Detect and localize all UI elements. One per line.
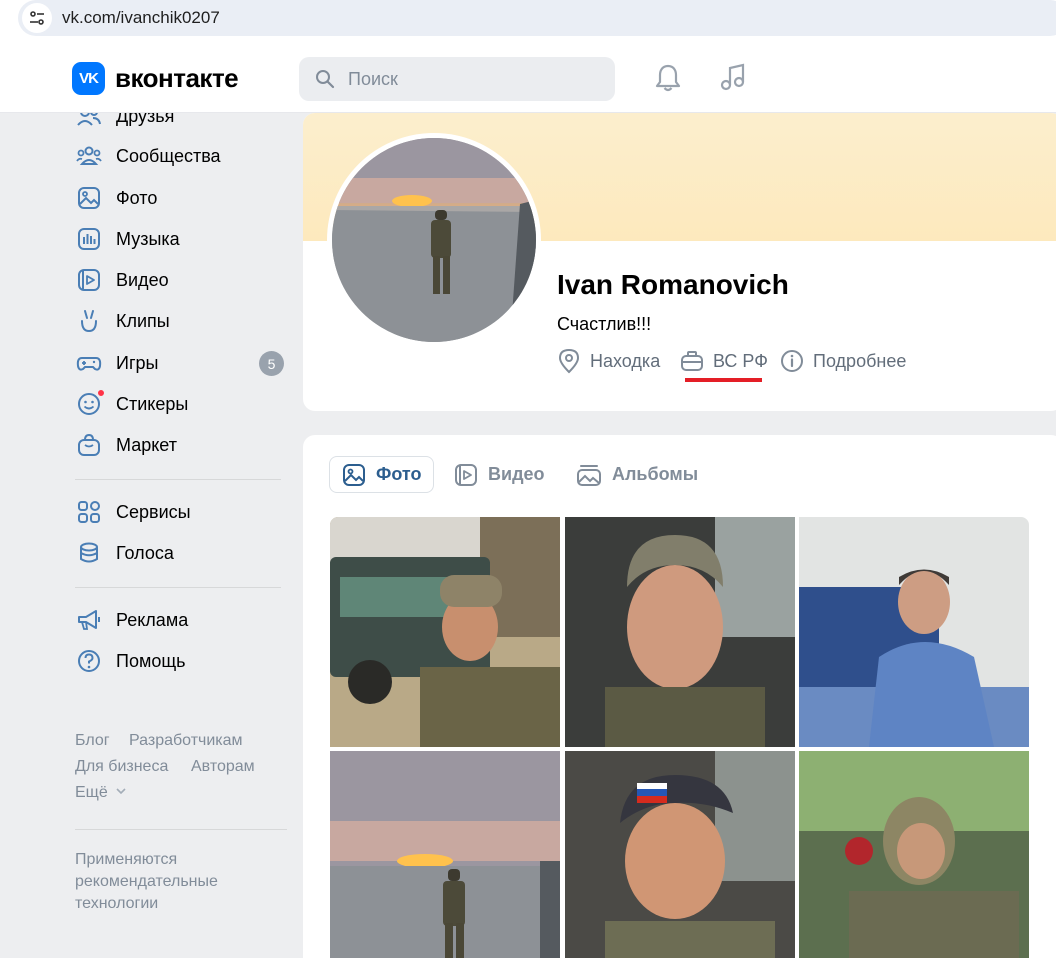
avatar[interactable] [327, 133, 541, 347]
photo-icon [342, 463, 366, 487]
shopping-bag-icon [75, 431, 103, 459]
media-card: Фото Видео Альбомы [303, 435, 1056, 958]
details-link[interactable]: Подробнее [780, 348, 906, 374]
sidebar-item-label: Клипы [116, 310, 170, 331]
profile-status: Счастлив!!! [557, 314, 652, 334]
sidebar-item-market[interactable]: Маркет [75, 429, 290, 461]
details-text: Подробнее [813, 350, 907, 371]
location-info[interactable]: Находка [557, 348, 660, 374]
search-icon [316, 70, 335, 89]
sidebar-item-photo[interactable]: Фото [75, 182, 290, 214]
location-text: Находка [590, 350, 661, 371]
bell-icon[interactable] [654, 63, 682, 93]
photo-thumbnail[interactable] [799, 751, 1029, 958]
sidebar-item-label: Фото [116, 187, 158, 208]
photo-thumbnail[interactable] [565, 751, 795, 958]
megaphone-icon [75, 606, 103, 634]
sidebar-item-help[interactable]: Помощь [75, 645, 290, 677]
photo-icon [75, 184, 103, 212]
top-header: VK вконтакте Поиск [0, 44, 1056, 113]
location-pin-icon [557, 348, 581, 374]
vk-logo[interactable]: VK вконтакте [72, 62, 239, 95]
help-icon [75, 647, 103, 675]
friends-icon [75, 113, 103, 130]
tab-videos[interactable]: Видео [454, 456, 545, 493]
clips-icon [75, 307, 103, 335]
notification-dot [97, 389, 105, 397]
sidebar-item-label: Реклама [116, 609, 189, 630]
photo-thumbnail[interactable] [330, 517, 560, 747]
sidebar-item-communities[interactable]: Сообщества [75, 140, 290, 172]
music-icon[interactable] [719, 63, 747, 93]
info-icon [780, 349, 804, 373]
sidebar-item-friends[interactable]: Друзья [75, 113, 290, 132]
sidebar-divider [75, 479, 281, 480]
sidebar-item-ads[interactable]: Реклама [75, 604, 290, 636]
sidebar-item-label: Друзья [116, 113, 175, 126]
tab-photos[interactable]: Фото [329, 456, 435, 493]
vk-logo-text: вконтакте [115, 63, 239, 93]
photo-thumbnail[interactable] [330, 751, 560, 958]
vk-logo-mark: VK [72, 62, 105, 95]
footer-link-developers[interactable]: Разработчикам [129, 732, 243, 750]
photo-thumbnail[interactable] [799, 517, 1029, 747]
sidebar-item-label: Стикеры [116, 393, 189, 414]
tab-label: Альбомы [612, 464, 699, 484]
sidebar-item-music[interactable]: Музыка [75, 223, 290, 255]
avatar-photo [332, 138, 536, 342]
albums-icon [576, 463, 602, 487]
gamepad-icon [75, 349, 103, 377]
recommendation-notice[interactable]: Применяются рекомендательные технологии [75, 849, 275, 915]
footer-link-blog[interactable]: Блог [75, 732, 110, 750]
sidebar-item-label: Сообщества [116, 145, 221, 166]
sidebar-item-label: Видео [116, 269, 169, 290]
work-text: ВС РФ [713, 350, 768, 371]
sidebar-item-services[interactable]: Сервисы [75, 496, 290, 528]
sidebar-item-clips[interactable]: Клипы [75, 305, 290, 337]
sidebar-item-label: Маркет [116, 434, 177, 455]
work-highlight-underline [685, 378, 762, 382]
sidebar-item-label: Сервисы [116, 501, 191, 522]
tab-albums[interactable]: Альбомы [576, 456, 698, 493]
site-settings-icon[interactable] [22, 3, 52, 33]
sidebar-item-votes[interactable]: Голоса [75, 537, 290, 569]
sidebar-item-label: Музыка [116, 228, 180, 249]
photo-thumbnail[interactable] [565, 517, 795, 747]
video-icon [75, 266, 103, 294]
url-text[interactable]: vk.com/ivanchik0207 [62, 8, 220, 28]
search-placeholder: Поиск [348, 69, 398, 89]
work-info[interactable]: ВС РФ [680, 348, 768, 374]
music-icon [75, 225, 103, 253]
sidebar-item-video[interactable]: Видео [75, 264, 290, 296]
tab-label: Видео [488, 464, 545, 484]
footer-link-business[interactable]: Для бизнеса [75, 758, 168, 776]
footer-link-more-label: Ещё [75, 784, 108, 801]
coins-icon [75, 539, 103, 567]
browser-address-bar: vk.com/ivanchik0207 [0, 0, 1056, 44]
tab-label: Фото [376, 464, 422, 484]
sidebar-item-label: Помощь [116, 650, 186, 671]
footer-link-authors[interactable]: Авторам [191, 758, 255, 776]
sidebar-divider [75, 587, 281, 588]
chevron-down-icon [116, 788, 126, 795]
video-icon [454, 463, 478, 487]
sidebar-divider [75, 829, 287, 830]
sidebar-item-games[interactable]: Игры 5 [75, 347, 290, 379]
footer-link-more[interactable]: Ещё [75, 784, 127, 802]
profile-card: Ivan Romanovich Счастлив!!! Находка ВС Р… [303, 113, 1056, 411]
sidebar-item-stickers[interactable]: Стикеры [75, 388, 290, 420]
search-input[interactable]: Поиск [299, 57, 615, 101]
communities-icon [75, 142, 103, 170]
briefcase-icon [680, 349, 704, 373]
profile-name: Ivan Romanovich [557, 269, 789, 300]
grid-icon [75, 498, 103, 526]
sidebar-item-label: Голоса [116, 542, 174, 563]
left-sidebar: Друзья Сообщества Фото Музыка Видео Клип… [0, 113, 303, 958]
sidebar-item-label: Игры [116, 352, 159, 373]
games-count-badge: 5 [259, 351, 284, 376]
